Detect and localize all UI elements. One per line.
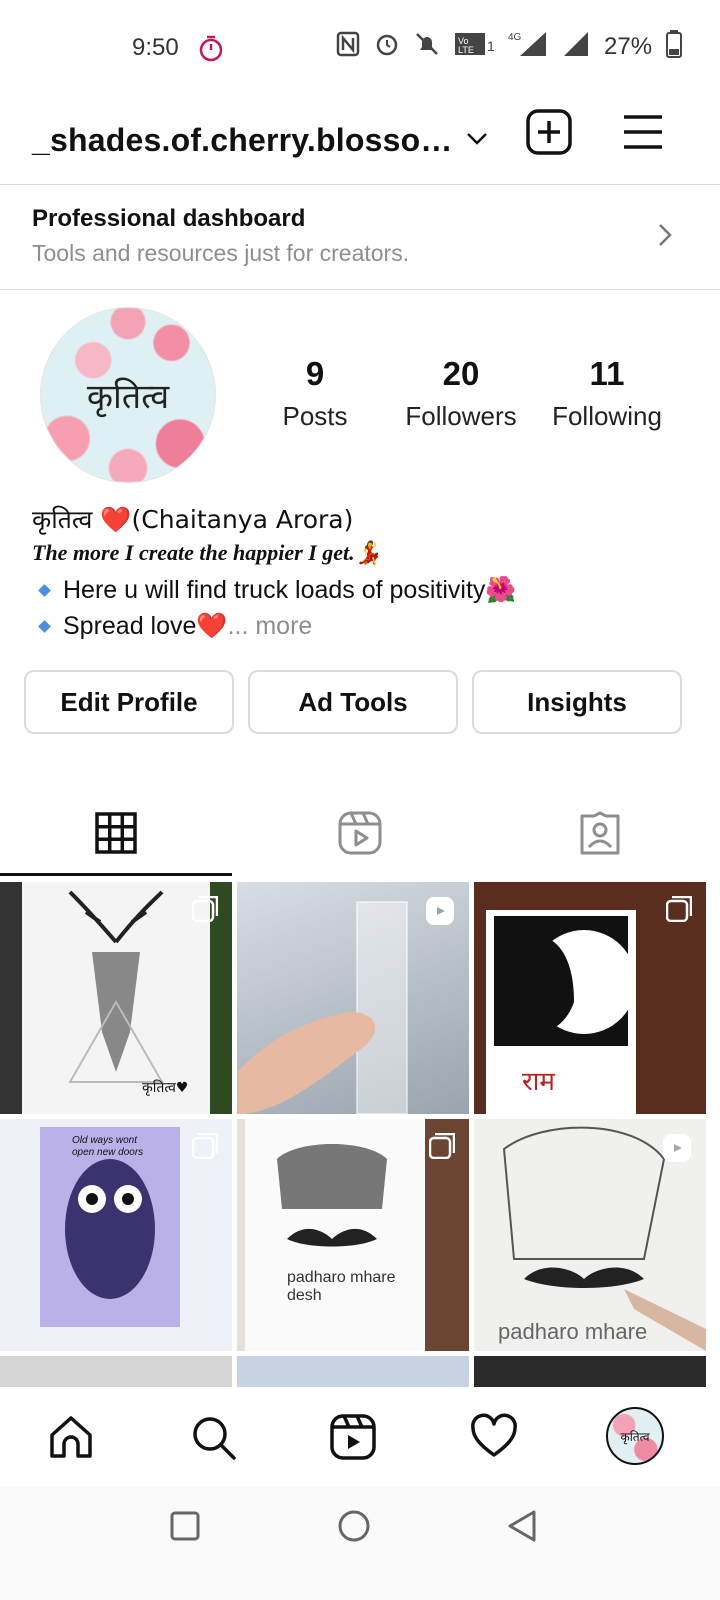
- grid-icon: [95, 812, 137, 854]
- mute-bell-icon: [414, 31, 440, 62]
- active-tab-indicator: [0, 873, 232, 876]
- signal-icon: [562, 30, 590, 63]
- svg-text:4G: 4G: [508, 32, 522, 43]
- username-switcher[interactable]: _shades.of.cherry.blosso…: [32, 122, 453, 159]
- signal-4g-icon: 4G: [508, 30, 548, 63]
- recents-icon[interactable]: [170, 1511, 200, 1546]
- stat-label: Posts: [282, 401, 348, 431]
- bio-more-link[interactable]: ... more: [228, 612, 313, 640]
- grid-post-1[interactable]: कृतित्व♥: [0, 882, 232, 1114]
- grid-post-9[interactable]: [474, 1356, 706, 1387]
- nav-activity[interactable]: [466, 1409, 522, 1465]
- posts-count[interactable]: 9 Posts: [262, 355, 368, 432]
- grid-post-4[interactable]: Old ways wont open new doors: [0, 1119, 232, 1351]
- search-icon: [193, 1417, 236, 1460]
- professional-dashboard[interactable]: Professional dashboard Tools and resourc…: [0, 185, 720, 290]
- bottom-nav: कृतित्व: [0, 1387, 720, 1487]
- carousel-icon: [191, 1132, 219, 1164]
- carousel-icon: [191, 895, 219, 927]
- carousel-icon: [665, 895, 693, 927]
- diamond-bullet-icon: [38, 584, 51, 597]
- carousel-icon: [428, 1132, 456, 1164]
- hamburger-icon: [624, 115, 662, 149]
- post-caption: padharo mhare desh: [287, 1269, 396, 1304]
- stat-label: Followers: [405, 401, 517, 431]
- bio-name: कृतित्व ❤️(Chaitanya Arora): [32, 505, 354, 534]
- grid-post-8[interactable]: [237, 1356, 469, 1387]
- stat-number: 20: [442, 355, 480, 392]
- post-caption: Old ways wont open new doors: [72, 1135, 144, 1158]
- diamond-bullet-icon: [38, 620, 51, 633]
- avatar-text: कृतित्व: [86, 377, 170, 417]
- system-nav-bar: [0, 1487, 720, 1600]
- status-time: 9:50: [132, 34, 179, 61]
- heart-icon: [471, 1413, 517, 1457]
- tab-reels[interactable]: [240, 790, 480, 876]
- stopwatch-icon: [198, 34, 224, 67]
- edit-profile-button[interactable]: Edit Profile: [24, 670, 234, 734]
- svg-text:1: 1: [487, 38, 494, 54]
- grid-post-5[interactable]: padharo mhare desh: [237, 1119, 469, 1351]
- nav-reels[interactable]: [325, 1409, 381, 1465]
- bio-tagline: The more I create the happier I get.💃: [32, 540, 383, 565]
- grid-post-2[interactable]: [237, 882, 469, 1114]
- tab-tagged[interactable]: [480, 790, 720, 876]
- avatar-text: कृतित्व: [620, 1429, 650, 1444]
- reel-icon: [662, 1133, 692, 1168]
- home-circle-icon[interactable]: [337, 1509, 371, 1548]
- dashboard-title: Professional dashboard: [32, 205, 306, 232]
- post-caption: कृतित्व♥: [142, 1080, 189, 1096]
- insights-button[interactable]: Insights: [472, 670, 682, 734]
- reels-icon: [338, 811, 382, 855]
- dashboard-subtitle: Tools and resources just for creators.: [32, 240, 410, 266]
- alarm-icon: [374, 31, 400, 62]
- chevron-down-icon[interactable]: [466, 132, 488, 151]
- profile-header: _shades.of.cherry.blosso…: [0, 92, 720, 185]
- grid-post-6[interactable]: padharo mhare: [474, 1119, 706, 1351]
- stat-number: 9: [305, 355, 325, 392]
- nav-search[interactable]: [185, 1409, 241, 1465]
- create-post-button[interactable]: [523, 106, 575, 158]
- ad-tools-button[interactable]: Ad Tools: [248, 670, 458, 734]
- post-caption: राम: [522, 1067, 555, 1097]
- nfc-icon: [336, 31, 360, 62]
- bio-line-text: Spread love❤️: [63, 612, 228, 640]
- tagged-icon: [580, 811, 620, 855]
- nav-profile-avatar[interactable]: कृतित्व: [606, 1407, 664, 1465]
- chevron-right-icon: [658, 223, 672, 252]
- profile-avatar[interactable]: कृतित्व: [40, 307, 216, 483]
- bio-line: Here u will find truck loads of positivi…: [28, 576, 517, 605]
- volte-icon: Vo LTE 1: [454, 31, 495, 62]
- followers-count[interactable]: 20 Followers: [396, 355, 526, 432]
- grid-post-3[interactable]: राम: [474, 882, 706, 1114]
- stat-label: Following: [552, 401, 662, 431]
- battery-icon: [666, 30, 683, 63]
- following-count[interactable]: 11 Following: [544, 355, 670, 432]
- reels-icon: [330, 1414, 376, 1460]
- back-icon[interactable]: [506, 1509, 538, 1548]
- bio-line: Spread love❤️... more: [28, 612, 312, 641]
- post-caption: padharo mhare: [498, 1319, 648, 1344]
- tab-grid[interactable]: [0, 790, 232, 876]
- grid-post-7[interactable]: [0, 1356, 232, 1387]
- bio-line-text: Here u will find truck loads of positivi…: [63, 576, 517, 604]
- status-bar: 9:50 Vo LTE 1 4G 27%: [0, 0, 720, 92]
- svg-text:LTE: LTE: [458, 45, 474, 55]
- menu-button[interactable]: [617, 106, 669, 158]
- nav-home[interactable]: [43, 1409, 99, 1465]
- stat-number: 11: [589, 355, 625, 392]
- reel-icon: [425, 896, 455, 931]
- plus-square-icon: [526, 109, 572, 155]
- home-icon: [50, 1416, 92, 1458]
- battery-percent: 27%: [604, 32, 653, 60]
